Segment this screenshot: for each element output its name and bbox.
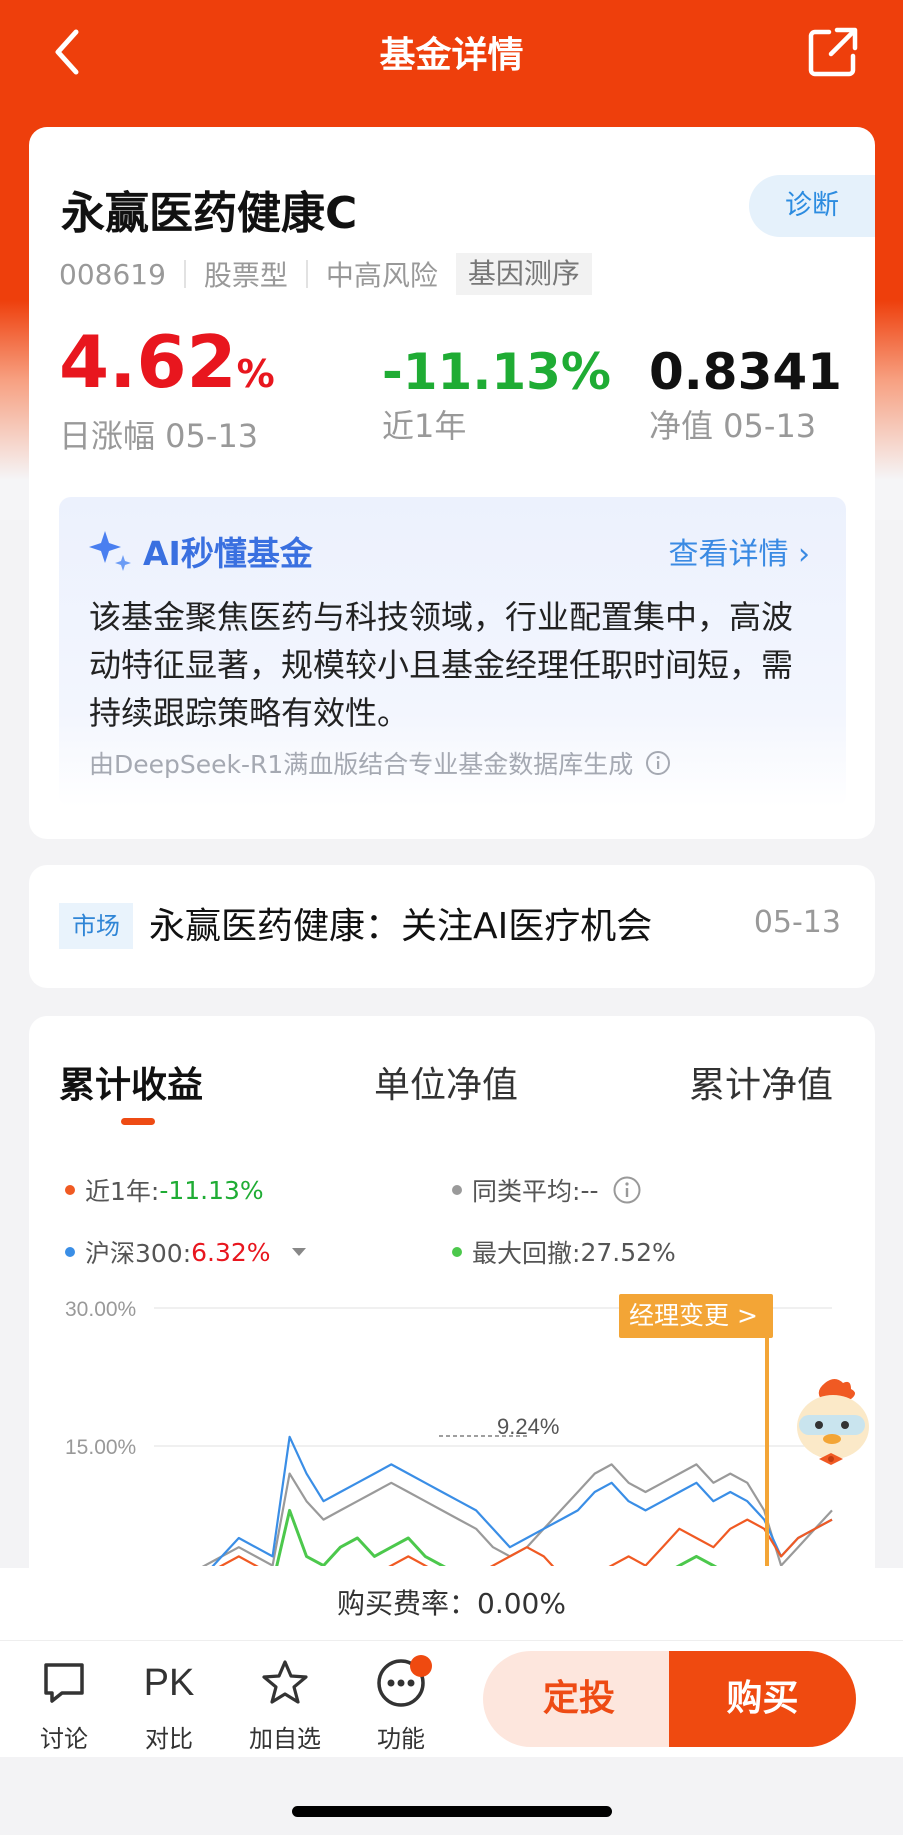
legend-fund-label: 近1年: bbox=[85, 1177, 160, 1206]
ai-summary-box[interactable]: AI秒懂基金 查看详情 › 该基金聚焦医药与科技领域，行业配置集中，高波动特征显… bbox=[59, 497, 846, 807]
ai-footnote: 由DeepSeek-R1满血版结合专业基金数据库生成 bbox=[89, 745, 671, 781]
drawdown-line bbox=[275, 1508, 718, 1566]
tab-cumulative-return[interactable]: 累计收益 bbox=[59, 1056, 203, 1108]
tab-unit-nav[interactable]: 单位净值 bbox=[374, 1056, 518, 1108]
legend-fund-value: -11.13% bbox=[159, 1175, 264, 1205]
active-tab-indicator bbox=[121, 1118, 155, 1125]
chat-bubble-icon bbox=[44, 1663, 84, 1703]
year-return-value: -11.13% bbox=[382, 343, 612, 401]
fund-return-line bbox=[218, 1518, 833, 1566]
news-card[interactable]: 市场 永赢医药健康：关注AI医疗机会 05-13 bbox=[29, 865, 875, 988]
buy-button[interactable]: 购买 bbox=[669, 1651, 856, 1747]
diagnose-button[interactable]: 诊断 bbox=[749, 175, 875, 237]
functions-button[interactable]: 功能 bbox=[356, 1655, 446, 1754]
manager-change-label[interactable]: 经理变更 > bbox=[629, 1301, 758, 1330]
compare-label: 对比 bbox=[145, 1725, 193, 1753]
ai-view-details-link[interactable]: 查看详情 › bbox=[668, 529, 810, 573]
discuss-label: 讨论 bbox=[40, 1725, 88, 1753]
fund-risk: 中高风险 bbox=[325, 259, 438, 292]
nav-stat: 0.8341 净值 05-13 bbox=[649, 327, 842, 447]
y-tick-label: 30.00% bbox=[65, 1298, 136, 1321]
info-icon[interactable] bbox=[645, 750, 671, 776]
share-button[interactable] bbox=[803, 22, 863, 82]
ai-footnote-text: 由DeepSeek-R1满血版结合专业基金数据库生成 bbox=[89, 750, 634, 779]
ai-title: AI秒懂基金 bbox=[143, 534, 313, 573]
bottom-action-bar: 讨论 PK 对比 加自选 功能 定投 购买 bbox=[0, 1641, 903, 1757]
legend-fund: 近1年: -11.13% bbox=[65, 1172, 264, 1208]
fund-tags: 008619 股票型 中高风险 基因测序 bbox=[59, 253, 592, 295]
compare-button[interactable]: PK 对比 bbox=[124, 1657, 214, 1754]
marker-value-label: 9.24% bbox=[497, 1414, 559, 1439]
notification-dot bbox=[410, 1655, 432, 1677]
nav-value: 0.8341 bbox=[649, 343, 842, 401]
peer-average-line bbox=[201, 1463, 833, 1566]
fund-theme-tag[interactable]: 基因测序 bbox=[455, 253, 592, 295]
daily-change-value: 4.62 bbox=[59, 320, 237, 404]
legend-peer-value: -- bbox=[580, 1175, 599, 1205]
fund-type: 股票型 bbox=[203, 259, 288, 292]
performance-chart-card: 累计收益 单位净值 累计净值 近1年: -11.13% 同类平均: -- 沪深3… bbox=[29, 1016, 875, 1656]
tag-divider bbox=[305, 260, 308, 288]
legend-peer-label: 同类平均: bbox=[472, 1177, 581, 1206]
daily-change-label: 日涨幅 05-13 bbox=[59, 417, 259, 455]
home-indicator bbox=[292, 1806, 612, 1817]
fund-code: 008619 bbox=[59, 257, 166, 291]
year-return-stat: -11.13% 近1年 bbox=[382, 327, 611, 447]
mascot-icon[interactable] bbox=[785, 1375, 875, 1475]
fund-info-card: 永赢医药健康C 诊断 008619 股票型 中高风险 基因测序 4.62% 日涨… bbox=[29, 127, 875, 839]
discuss-button[interactable]: 讨论 bbox=[19, 1657, 109, 1754]
purchase-fee-bar: 购买费率：0.00% bbox=[0, 1568, 903, 1641]
tag-divider bbox=[183, 260, 186, 288]
ai-summary-text: 该基金聚焦医药与科技领域，行业配置集中，高波动特征显著，规模较小且基金经理任职时… bbox=[89, 598, 794, 732]
add-watchlist-button[interactable]: 加自选 bbox=[240, 1657, 330, 1754]
fund-name: 永赢医药健康C bbox=[61, 188, 358, 239]
add-watchlist-label: 加自选 bbox=[249, 1725, 321, 1753]
news-date: 05-13 bbox=[753, 905, 841, 940]
tab-cumulative-nav[interactable]: 累计净值 bbox=[689, 1056, 833, 1108]
star-icon bbox=[262, 1660, 308, 1704]
pk-icon: PK bbox=[143, 1661, 195, 1704]
daily-change-stat: 4.62% 日涨幅 05-13 bbox=[59, 326, 275, 457]
page-title: 基金详情 bbox=[379, 35, 524, 76]
performance-chart[interactable]: 30.00%15.00%0.00%天天基金9.24%经理变更 > bbox=[29, 1256, 875, 1566]
year-return-label: 近1年 bbox=[382, 407, 467, 445]
news-title[interactable]: 永赢医药健康：关注AI医疗机会 bbox=[149, 897, 652, 949]
y-tick-label: 15.00% bbox=[65, 1436, 136, 1459]
news-tag: 市场 bbox=[59, 903, 133, 949]
info-icon[interactable] bbox=[612, 1175, 642, 1205]
sparkle-icon bbox=[89, 531, 131, 571]
functions-label: 功能 bbox=[377, 1725, 425, 1753]
auto-invest-button[interactable]: 定投 bbox=[483, 1651, 675, 1747]
top-bar: 基金详情 bbox=[0, 0, 903, 105]
legend-peer: 同类平均: -- bbox=[452, 1172, 642, 1208]
nav-label: 净值 05-13 bbox=[649, 407, 817, 445]
legend-dot bbox=[452, 1185, 462, 1195]
legend-dot bbox=[65, 1185, 75, 1195]
daily-change-unit: % bbox=[236, 352, 275, 396]
share-icon bbox=[808, 27, 858, 77]
